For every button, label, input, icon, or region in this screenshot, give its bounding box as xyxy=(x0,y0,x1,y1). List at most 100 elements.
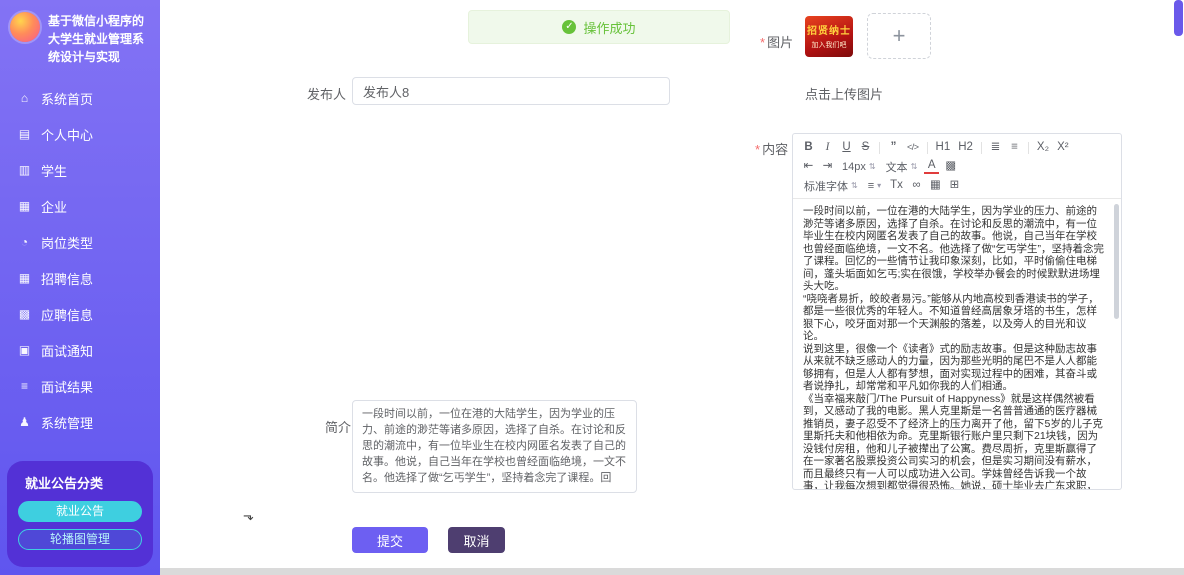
link-icon[interactable]: ∞ xyxy=(909,177,924,194)
heading2-button[interactable]: H2 xyxy=(956,139,975,156)
blockquote-button[interactable]: ” xyxy=(886,139,901,156)
interview-result-icon: ≡ xyxy=(20,379,28,393)
sidebar-item-interview-notice[interactable]: ▣ 面试通知 xyxy=(0,332,160,368)
insert-image-icon[interactable]: ▦ xyxy=(928,177,943,194)
sidebar-item-label: 系统首页 xyxy=(41,91,94,107)
publisher-input[interactable] xyxy=(352,77,670,105)
subscript-button[interactable]: X₂ xyxy=(1035,139,1051,156)
carousel-management-button[interactable]: 轮播图管理 xyxy=(18,529,142,550)
underline-button[interactable]: U xyxy=(839,139,854,156)
sidebar-item-home[interactable]: ⌂ 系统首页 xyxy=(0,80,160,116)
app-logo: 基于微信小程序的大学生就业管理系统设计与实现 xyxy=(0,0,160,74)
sidebar-item-enterprise[interactable]: ▦ 企业 xyxy=(0,188,160,224)
toolbar-separator xyxy=(926,141,928,154)
strikethrough-button[interactable]: S xyxy=(858,139,873,156)
app-window: 基于微信小程序的大学生就业管理系统设计与实现 ⌂ 系统首页 ▤ 个人中心 ▥ 学… xyxy=(0,0,1184,575)
sidebar-item-job-type[interactable]: ◔ 岗位类型 xyxy=(0,224,160,260)
heading1-button[interactable]: H1 xyxy=(934,139,953,156)
plus-icon: + xyxy=(892,23,906,48)
job-type-icon: ◔ xyxy=(20,235,29,249)
editor-scrollbar-thumb[interactable] xyxy=(1114,204,1119,319)
sidebar-item-label: 学生 xyxy=(41,163,68,179)
mouse-cursor: ⬎ xyxy=(243,508,254,523)
bold-button[interactable]: B xyxy=(801,139,816,156)
format-value: 文本 xyxy=(885,161,908,174)
sidebar-item-label: 招聘信息 xyxy=(41,271,94,287)
application-info-icon: ▩ xyxy=(18,307,31,321)
rich-text-editor: B I U S ” </> H1 H2 ≣ ≡ X₂ X² ⇤ ⇥ 14px ⇅… xyxy=(792,133,1122,490)
toast-message: 操作成功 xyxy=(583,20,636,36)
content-label-text: 内容 xyxy=(762,142,789,157)
page-scrollbar-thumb[interactable] xyxy=(1174,0,1183,36)
app-logo-icon xyxy=(10,12,40,42)
announcement-category-panel: 就业公告分类 就业公告 轮播图管理 xyxy=(7,461,153,567)
sidebar-item-label: 个人中心 xyxy=(41,127,94,143)
sidebar-item-label: 应聘信息 xyxy=(41,307,94,323)
sidebar-item-system-management[interactable]: ♟ 系统管理 xyxy=(0,404,160,440)
align-icon: ≡ xyxy=(867,179,875,192)
uploaded-image-thumbnail[interactable]: 招贤纳士 加入我们吧 xyxy=(805,16,853,57)
success-check-icon: ✓ xyxy=(562,20,577,34)
sidebar-item-student[interactable]: ▥ 学生 xyxy=(0,152,160,188)
font-color-button[interactable]: A xyxy=(924,159,940,174)
editor-toolbar: B I U S ” </> H1 H2 ≣ ≡ X₂ X² ⇤ ⇥ 14px ⇅… xyxy=(793,134,1121,199)
sidebar: 基于微信小程序的大学生就业管理系统设计与实现 ⌂ 系统首页 ▤ 个人中心 ▥ 学… xyxy=(0,0,160,575)
home-icon: ⌂ xyxy=(20,91,29,105)
sidebar-item-label: 岗位类型 xyxy=(41,235,94,251)
sidebar-nav: ⌂ 系统首页 ▤ 个人中心 ▥ 学生 ▦ 企业 ◔ 岗位类型 ▦ 招聘信息 ▩ … xyxy=(0,80,160,440)
ordered-list-button[interactable]: ≣ xyxy=(988,139,1003,156)
superscript-button[interactable]: X² xyxy=(1055,139,1071,156)
sidebar-item-label: 面试结果 xyxy=(41,379,94,395)
code-button[interactable]: </> xyxy=(905,139,921,156)
toolbar-row-3: 标准字体 ⇅ ≡ ▾ Tx ∞ ▦ ⊞ xyxy=(801,176,1113,195)
font-family-value: 标准字体 xyxy=(804,180,848,193)
toolbar-separator xyxy=(879,141,880,154)
bottom-watermark-strip xyxy=(160,568,1184,575)
select-arrows-icon: ⇅ xyxy=(851,181,858,190)
app-title: 基于微信小程序的大学生就业管理系统设计与实现 xyxy=(48,14,145,64)
italic-button[interactable]: I xyxy=(820,139,835,156)
clear-format-button[interactable]: Tx xyxy=(888,177,905,194)
toolbar-separator xyxy=(980,141,982,154)
intro-label: 简介 xyxy=(325,420,352,435)
sidebar-item-personal-center[interactable]: ▤ 个人中心 xyxy=(0,116,160,152)
student-icon: ▥ xyxy=(18,163,31,177)
align-select[interactable]: ≡ ▾ xyxy=(865,180,884,192)
employment-announcement-button[interactable]: 就业公告 xyxy=(18,501,142,522)
sidebar-item-recruitment-info[interactable]: ▦ 招聘信息 xyxy=(0,260,160,296)
required-mark: * xyxy=(755,142,761,157)
select-arrows-icon: ⇅ xyxy=(910,162,918,171)
sidebar-item-application-info[interactable]: ▩ 应聘信息 xyxy=(0,296,160,332)
chevron-down-icon: ▾ xyxy=(877,181,882,190)
intro-textarea[interactable]: 一段时间以前，一位在港的大陆学生，因为学业的压力、前途的渺茫等诸多原因，选择了自… xyxy=(352,400,637,493)
unordered-list-button[interactable]: ≡ xyxy=(1007,139,1022,156)
upload-hint: 点击上传图片 xyxy=(805,87,884,102)
recruitment-info-icon: ▦ xyxy=(18,271,31,285)
interview-notice-icon: ▣ xyxy=(18,343,31,357)
sidebar-item-interview-result[interactable]: ≡ 面试结果 xyxy=(0,368,160,404)
required-mark: * xyxy=(760,35,766,50)
sidebar-item-label: 企业 xyxy=(41,199,68,215)
toolbar-row-1: B I U S ” </> H1 H2 ≣ ≡ X₂ X² xyxy=(801,138,1113,157)
cancel-button[interactable]: 取消 xyxy=(448,527,505,553)
select-arrows-icon: ⇅ xyxy=(868,162,876,171)
indent-button[interactable]: ⇥ xyxy=(820,158,835,175)
image-label: * 图片 xyxy=(760,32,793,51)
font-size-select[interactable]: 14px ⇅ xyxy=(839,161,879,173)
panel-title: 就业公告分类 xyxy=(25,476,104,491)
sidebar-item-label: 系统管理 xyxy=(41,415,94,431)
poster-text-line2: 加入我们吧 xyxy=(811,42,847,49)
image-upload-button[interactable]: + xyxy=(867,13,931,59)
editor-content[interactable]: 一段时间以前，一位在港的大陆学生，因为学业的压力、前途的渺茫等诸多原因，选择了自… xyxy=(793,199,1121,489)
format-select[interactable]: 文本 ⇅ xyxy=(883,159,921,175)
font-size-value: 14px xyxy=(842,160,866,173)
fullscreen-icon[interactable]: ⊞ xyxy=(947,177,962,194)
outdent-button[interactable]: ⇤ xyxy=(801,158,816,175)
highlight-button[interactable]: ▩ xyxy=(943,158,958,175)
submit-button[interactable]: 提交 xyxy=(352,527,428,553)
enterprise-icon: ▦ xyxy=(18,199,31,213)
sidebar-item-label: 面试通知 xyxy=(41,343,94,359)
font-family-select[interactable]: 标准字体 ⇅ xyxy=(801,178,861,194)
success-toast: ✓ 操作成功 xyxy=(468,10,730,44)
personal-center-icon: ▤ xyxy=(18,127,31,141)
